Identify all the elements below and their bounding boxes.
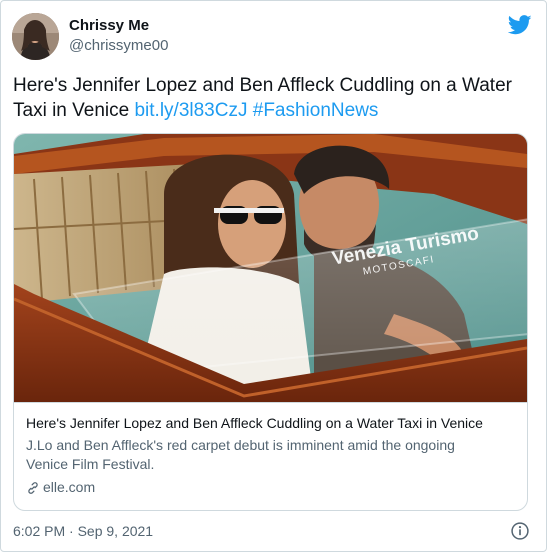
card-domain-row[interactable]: elle.com [26, 478, 515, 497]
card-meta[interactable]: Here's Jennifer Lopez and Ben Affleck Cu… [14, 402, 527, 510]
link-icon [28, 481, 38, 494]
tweet-text: Here's Jennifer Lopez and Ben Affleck Cu… [13, 73, 533, 123]
user-handle[interactable]: @chrissyme00 [69, 36, 168, 56]
card-description: J.Lo and Ben Affleck's red carpet debut … [26, 437, 455, 472]
display-name[interactable]: Chrissy Me [69, 16, 168, 36]
tweet-header: Chrissy Me @chrissyme00 [12, 12, 535, 62]
tweet-timestamp[interactable]: 6:02 PM · Sep 9, 2021 [13, 521, 153, 541]
tweet-link[interactable]: bit.ly/3l83CzJ [134, 100, 247, 121]
card-domain[interactable]: elle.com [43, 478, 95, 497]
twitter-bird-icon[interactable] [508, 14, 532, 36]
info-icon[interactable] [510, 521, 530, 541]
user-names: Chrissy Me @chrissyme00 [69, 16, 168, 56]
link-preview-card[interactable]: Venezia Turismo MOTOSCAFI Here's Jennife… [13, 133, 528, 511]
avatar[interactable] [12, 13, 59, 60]
tweet-card[interactable]: Chrissy Me @chrissyme00 Here's Jennifer … [0, 0, 547, 552]
card-image[interactable]: Venezia Turismo MOTOSCAFI [14, 134, 527, 402]
card-title[interactable]: Here's Jennifer Lopez and Ben Affleck Cu… [26, 414, 515, 433]
hashtag-link[interactable]: #FashionNews [253, 100, 379, 121]
